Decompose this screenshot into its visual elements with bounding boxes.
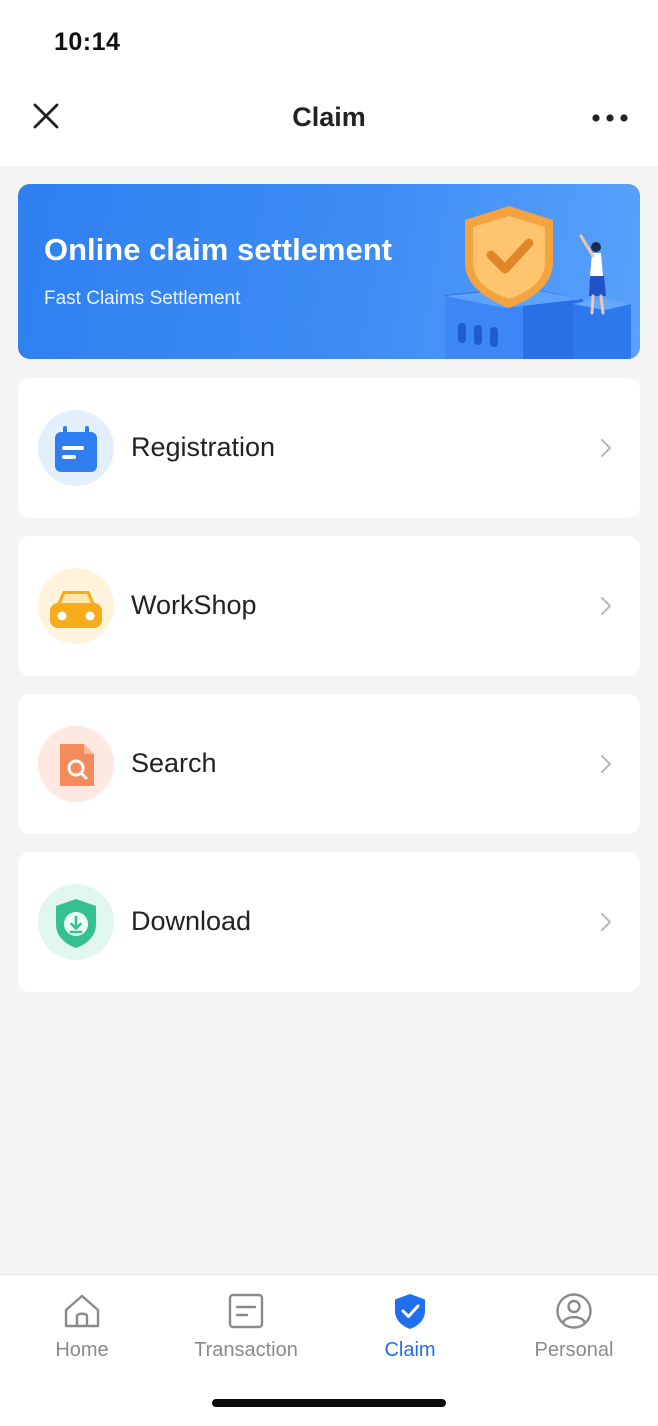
menu-item-search[interactable]: Search <box>18 694 640 834</box>
more-icon[interactable] <box>590 108 630 128</box>
home-indicator <box>212 1399 446 1407</box>
chevron-right-icon <box>601 597 611 615</box>
menu-label: Download <box>131 906 252 936</box>
banner-subtitle: Fast Claims Settlement <box>44 288 241 309</box>
menu-item-download[interactable]: Download <box>18 852 640 992</box>
document-icon <box>228 1293 264 1329</box>
chevron-right-icon <box>601 439 611 457</box>
banner-title: Online claim settlement <box>44 232 392 267</box>
menu-item-workshop[interactable]: WorkShop <box>18 536 640 676</box>
tab-label: Personal <box>534 1339 614 1361</box>
tab-transaction[interactable]: Transaction <box>164 1275 328 1385</box>
tab-personal[interactable]: Personal <box>492 1275 656 1385</box>
calendar-icon <box>38 410 114 486</box>
home-icon <box>64 1294 100 1328</box>
search-document-icon <box>38 726 114 802</box>
user-icon <box>556 1293 592 1329</box>
tab-label: Claim <box>384 1339 436 1361</box>
car-icon <box>38 568 114 644</box>
menu-label: Registration <box>131 432 276 462</box>
tab-home[interactable]: Home <box>0 1275 164 1385</box>
chevron-right-icon <box>601 913 611 931</box>
tab-claim[interactable]: Claim <box>328 1275 492 1385</box>
bottom-tab-bar: Home Transaction Claim Personal <box>0 1274 658 1426</box>
status-time: 10:14 <box>54 28 121 56</box>
chevron-right-icon <box>601 755 611 773</box>
menu-label: Search <box>131 748 217 778</box>
download-shield-icon <box>38 884 114 960</box>
shield-illustration-icon <box>445 206 631 359</box>
page-title: Claim <box>292 102 366 132</box>
claim-banner[interactable]: Online claim settlement Fast Claims Sett… <box>18 184 640 359</box>
tab-label: Home <box>55 1339 109 1361</box>
top-bar: 10:14 Claim <box>0 0 658 166</box>
shield-check-icon <box>395 1294 425 1329</box>
tab-label: Transaction <box>194 1339 298 1361</box>
menu-item-registration[interactable]: Registration <box>18 378 640 518</box>
menu-label: WorkShop <box>131 590 257 620</box>
